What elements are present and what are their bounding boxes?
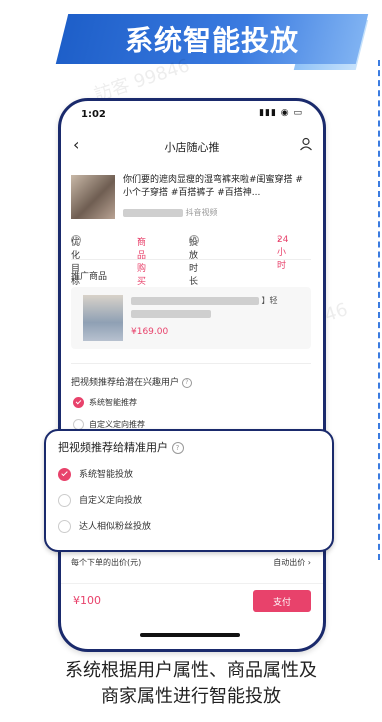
video-thumbnail — [71, 175, 115, 219]
divider — [71, 363, 311, 364]
interest-option-smart[interactable]: 系统智能推荐 — [73, 397, 137, 408]
banner-title: 系统智能投放 — [124, 24, 299, 57]
caption-line-1: 系统根据用户属性、商品属性及 — [65, 660, 317, 681]
pay-bar: ¥100 支付 — [61, 583, 323, 624]
status-bar: 1:02 ▮▮▮ ◉ ▭ — [61, 101, 323, 123]
nav-title: 小店随心推 — [164, 141, 220, 154]
product-thumbnail — [83, 295, 123, 341]
help-icon: ? — [171, 442, 184, 454]
popup-title: 把视频推荐给精准用户 ? — [58, 439, 184, 455]
bid-label: 每个下单的出价(元) — [71, 558, 142, 567]
precise-targeting-popup: 把视频推荐给精准用户 ? 系统智能投放 自定义定向投放 达人相似粉丝投放 — [44, 429, 334, 552]
help-icon: ? — [181, 377, 192, 388]
status-time: 1:02 — [81, 109, 106, 120]
blurred-product-name — [131, 296, 259, 305]
help-icon: ? — [189, 235, 199, 245]
video-description: 你们要的遮肉显瘦的湿弯裤来啦#闺蜜穿搭 #小个子穿搭 #百搭裤子 #百搭神... — [123, 175, 303, 198]
bid-row[interactable]: 每个下单的出价(元) 自动出价 › — [71, 557, 311, 568]
bid-value[interactable]: 自动出价 › — [273, 557, 311, 568]
product-section-label: 推广商品 — [71, 272, 108, 282]
home-indicator — [140, 633, 240, 637]
help-icon: ? — [71, 235, 81, 245]
popup-option-smart[interactable]: 系统智能投放 — [58, 467, 133, 481]
video-meta: 抖音视频 — [123, 207, 218, 218]
optimize-row: 优化目标 ? 商品购买 › 投放时长 ? 24小时 › — [71, 235, 289, 287]
blurred-product-name — [131, 310, 211, 318]
decorative-dashed-line — [378, 60, 380, 560]
radio-unchecked-icon[interactable] — [58, 520, 71, 533]
user-icon[interactable] — [299, 137, 313, 151]
radio-unchecked-icon[interactable] — [58, 494, 71, 507]
nav-bar: ‹ 小店随心推 — [61, 135, 323, 159]
blurred-author — [123, 208, 183, 217]
radio-checked-icon[interactable] — [58, 468, 71, 481]
duration-value[interactable]: 24小时 › — [277, 235, 288, 271]
radio-checked-icon[interactable] — [73, 397, 84, 408]
optimize-value[interactable]: 商品购买 › — [137, 235, 146, 287]
pay-button[interactable]: 支付 — [253, 590, 311, 612]
product-price: ¥169.00 — [131, 327, 169, 337]
status-icons: ▮▮▮ ◉ ▭ — [259, 108, 303, 118]
product-card[interactable]: 】轻 ¥169.00 — [71, 287, 311, 349]
total-price: ¥100 — [73, 594, 101, 607]
product-name: 】轻 — [131, 295, 301, 318]
interest-section-label: 把视频推荐给潜在兴趣用户 ? — [71, 375, 192, 388]
product-name-suffix: 】轻 — [261, 296, 278, 305]
video-card[interactable]: 你们要的遮肉显瘦的湿弯裤来啦#闺蜜穿搭 #小个子穿搭 #百搭裤子 #百搭神...… — [71, 175, 311, 221]
caption-line-2: 商家属性进行智能投放 — [101, 686, 281, 707]
popup-option-custom[interactable]: 自定义定向投放 — [58, 493, 142, 507]
divider — [71, 259, 311, 260]
video-source: 抖音视频 — [185, 208, 218, 217]
caption: 系统根据用户属性、商品属性及 商家属性进行智能投放 — [0, 658, 382, 710]
popup-option-similar-fans[interactable]: 达人相似粉丝投放 — [58, 519, 151, 533]
phone-mockup: 1:02 ▮▮▮ ◉ ▭ ‹ 小店随心推 你们要的遮肉显瘦的湿弯裤来啦#闺蜜穿搭… — [58, 98, 326, 652]
